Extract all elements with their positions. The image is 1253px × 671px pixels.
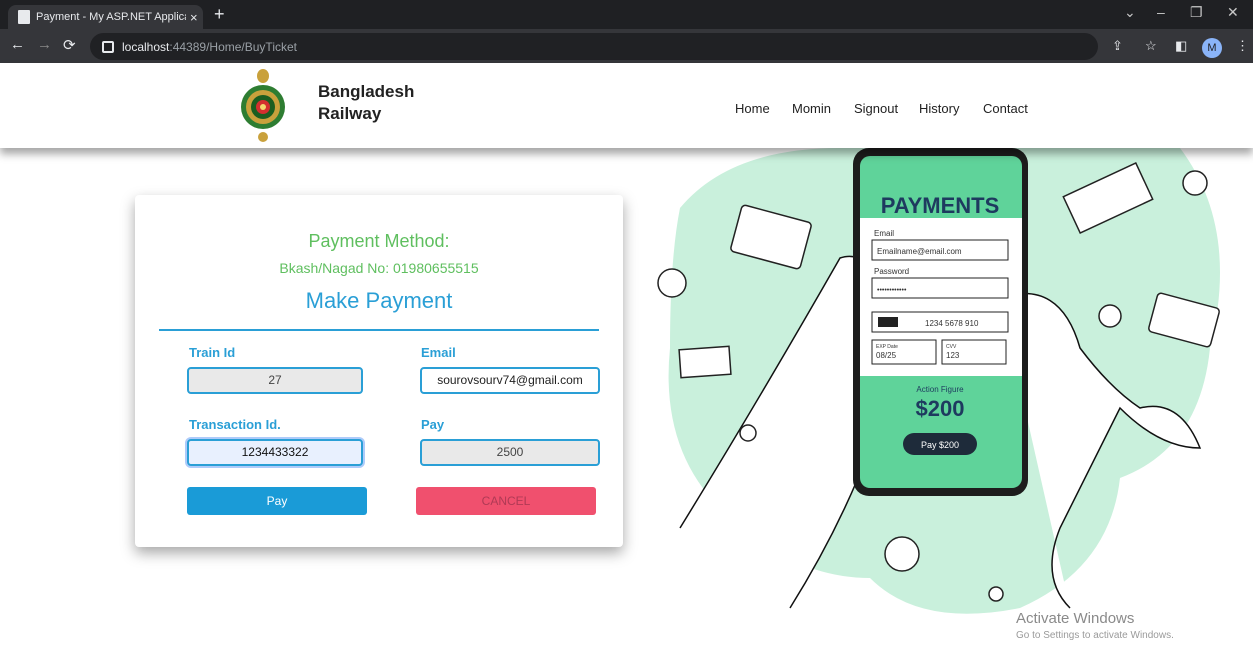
back-icon[interactable]: ← bbox=[10, 36, 25, 53]
url-field[interactable]: localhost:44389/Home/BuyTicket bbox=[90, 33, 1098, 60]
restore-icon[interactable]: ❐ bbox=[1190, 4, 1203, 21]
railway-logo[interactable] bbox=[238, 67, 288, 143]
browser-tab[interactable]: Payment - My ASP.NET Applicatio × bbox=[8, 5, 203, 29]
page-icon bbox=[18, 10, 30, 24]
brand-title[interactable]: Bangladesh Railway bbox=[318, 81, 414, 125]
sidepanel-icon[interactable]: ◧ bbox=[1175, 38, 1187, 54]
forward-icon[interactable]: → bbox=[37, 36, 52, 53]
url-host: localhost bbox=[122, 39, 170, 54]
phone-email-label: Email bbox=[874, 229, 894, 238]
payment-method-detail: Bkash/Nagad No: 01980655515 bbox=[279, 260, 479, 276]
phone-title: PAYMENTS bbox=[881, 193, 1000, 218]
url-path: :44389/Home/BuyTicket bbox=[169, 39, 297, 54]
nav-signout[interactable]: Signout bbox=[854, 101, 898, 116]
close-tab-icon[interactable]: × bbox=[190, 10, 198, 25]
phone-exp-label: EXP Date bbox=[876, 344, 898, 350]
page-title: Make Payment bbox=[305, 288, 453, 313]
minimize-icon[interactable]: – bbox=[1157, 4, 1165, 20]
watermark-title: Activate Windows bbox=[1016, 610, 1135, 627]
pay-amount-label: Pay bbox=[421, 417, 445, 432]
browser-tab-bar: Payment - My ASP.NET Applicatio × + ⌄ – … bbox=[0, 0, 1253, 29]
brand-line-2: Railway bbox=[318, 104, 382, 123]
pay-amount-field[interactable]: 2500 bbox=[420, 439, 600, 466]
brand-line-1: Bangladesh bbox=[318, 82, 415, 101]
menu-icon[interactable]: ⋮ bbox=[1236, 38, 1249, 54]
phone-exp-value: 08/25 bbox=[876, 351, 897, 360]
payment-illustration: PAYMENTS Email Emailname@email.com Passw… bbox=[657, 148, 1220, 614]
lock-icon bbox=[102, 40, 114, 53]
watermark-subtitle: Go to Settings to activate Windows. bbox=[1016, 630, 1174, 641]
card-chip-icon bbox=[878, 317, 898, 327]
divider bbox=[159, 329, 599, 331]
nav-contact[interactable]: Contact bbox=[983, 101, 1028, 116]
chevron-down-icon[interactable]: ⌄ bbox=[1124, 4, 1136, 21]
nav-home[interactable]: Home bbox=[735, 101, 770, 116]
star-icon[interactable]: ☆ bbox=[1145, 38, 1157, 54]
phone-card-number: 1234 5678 910 bbox=[925, 319, 979, 328]
transaction-id-label: Transaction Id. bbox=[189, 417, 281, 432]
phone-password-label: Password bbox=[874, 267, 909, 276]
phone-cvv-label: CVV bbox=[946, 344, 957, 350]
cancel-button[interactable]: CANCEL bbox=[416, 487, 596, 515]
payment-card: Payment Method: Bkash/Nagad No: 01980655… bbox=[135, 195, 623, 547]
reload-icon[interactable]: ⟳ bbox=[63, 36, 76, 54]
tab-title: Payment - My ASP.NET Applicatio bbox=[36, 11, 186, 23]
activation-watermark: Activate Windows Go to Settings to activ… bbox=[1016, 610, 1174, 641]
new-tab-icon[interactable]: + bbox=[214, 4, 225, 25]
phone-amount: $200 bbox=[916, 396, 965, 421]
payment-method-title: Payment Method: bbox=[308, 231, 450, 251]
phone-password-value: •••••••••••• bbox=[877, 287, 907, 294]
profile-avatar[interactable]: M bbox=[1202, 38, 1222, 58]
close-window-icon[interactable]: ✕ bbox=[1227, 4, 1239, 21]
transaction-id-field[interactable]: 1234433322 bbox=[187, 439, 363, 466]
pay-button[interactable]: Pay bbox=[187, 487, 367, 515]
phone-email-value: Emailname@email.com bbox=[877, 247, 962, 256]
email-label: Email bbox=[421, 345, 456, 360]
email-field[interactable]: sourovsourv74@gmail.com bbox=[420, 367, 600, 394]
phone-cvv-value: 123 bbox=[946, 351, 960, 360]
nav-user[interactable]: Momin bbox=[792, 101, 831, 116]
train-id-field[interactable]: 27 bbox=[187, 367, 363, 394]
phone-product: Action Figure bbox=[916, 385, 964, 394]
nav-history[interactable]: History bbox=[919, 101, 959, 116]
share-icon[interactable]: ⇪ bbox=[1112, 38, 1123, 54]
phone-pay-label: Pay $200 bbox=[921, 440, 959, 450]
train-id-label: Train Id bbox=[189, 345, 236, 360]
site-header: Bangladesh Railway Home Momin Signout Hi… bbox=[0, 63, 1253, 148]
